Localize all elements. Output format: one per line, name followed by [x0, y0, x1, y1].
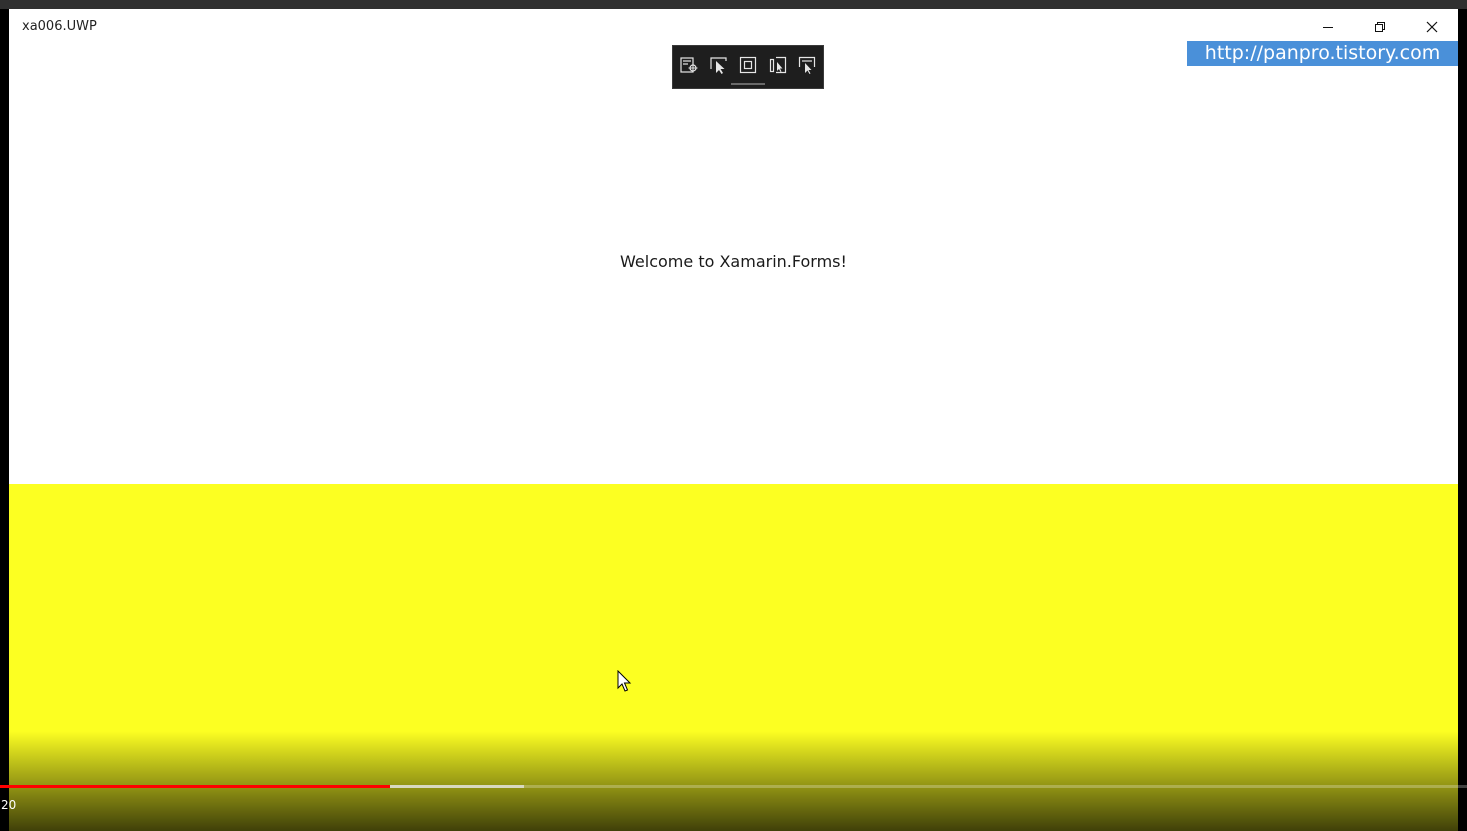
live-visual-tree-button[interactable] [677, 53, 701, 77]
restore-icon [1375, 22, 1385, 32]
time-display: 20 [1, 798, 17, 812]
toolbar-grip[interactable] [731, 83, 765, 85]
app-window: xa006.UWP http://panpro.tistory.com Welc… [9, 9, 1458, 831]
watermark-url: http://panpro.tistory.com [1187, 41, 1458, 66]
track-focus-button[interactable] [766, 53, 790, 77]
mouse-cursor-icon [617, 670, 632, 692]
live-visual-tree-icon [680, 57, 698, 73]
debug-toolbar [672, 45, 824, 89]
hot-reload-select-button[interactable] [795, 53, 819, 77]
select-element-button[interactable] [707, 53, 731, 77]
display-layout-adorners-button[interactable] [736, 53, 760, 77]
minimize-button[interactable] [1302, 9, 1354, 45]
progress-played [0, 785, 391, 788]
restore-button[interactable] [1354, 9, 1406, 45]
video-progress-bar[interactable] [0, 785, 1467, 788]
window-title: xa006.UWP [22, 19, 97, 34]
hot-reload-select-icon [798, 56, 816, 74]
top-strip [0, 0, 1467, 9]
minimize-icon [1323, 27, 1333, 28]
close-button[interactable] [1406, 9, 1458, 45]
display-layout-adorners-icon [739, 56, 757, 74]
close-icon [1426, 21, 1438, 33]
title-bar[interactable]: xa006.UWP [9, 9, 1458, 45]
player-controls-shade [0, 731, 1467, 831]
select-element-icon [710, 57, 727, 74]
welcome-label: Welcome to Xamarin.Forms! [620, 252, 847, 271]
track-focus-icon [769, 56, 787, 74]
